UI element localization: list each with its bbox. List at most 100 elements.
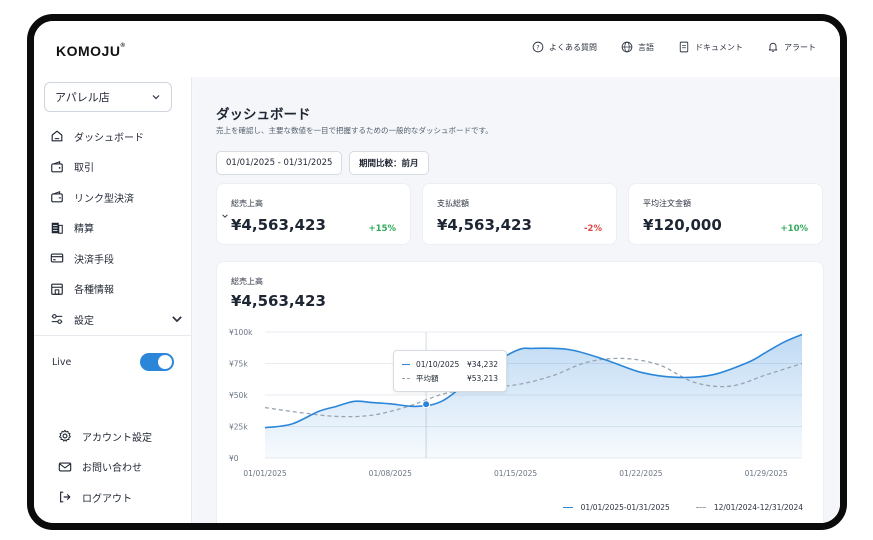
document-icon bbox=[679, 41, 689, 53]
app-window: KOMOJU® ? よくある質問 言語 ドキュメント アラート アパレル店 ダッ… bbox=[27, 14, 847, 530]
x-tick-label: 01/22/2025 bbox=[619, 469, 662, 478]
x-tick-label: 01/08/2025 bbox=[369, 469, 412, 478]
tooltip-row-average: 平均額 ¥53,213 bbox=[402, 371, 498, 385]
sales-chart-card: 総売上高 ¥4,563,423 ¥0 ¥25k ¥50k ¥75k ¥100k 01/01… bbox=[216, 261, 825, 530]
contact-link[interactable]: お問い合わせ bbox=[58, 452, 184, 483]
top-bar: KOMOJU® ? よくある質問 言語 ドキュメント アラート bbox=[34, 21, 840, 77]
chart-tooltip: 01/10/2025 ¥34,232 平均額 ¥53,213 bbox=[393, 350, 507, 392]
legend-item-current[interactable]: 01/01/2025-01/31/2025 bbox=[562, 503, 670, 512]
sidebar-item-payment-links[interactable]: リンク型決済 bbox=[50, 182, 186, 213]
series-area-current bbox=[265, 334, 802, 458]
wallet-icon bbox=[51, 160, 63, 173]
stat-value: ¥120,000 bbox=[643, 216, 722, 234]
gear-icon bbox=[59, 430, 71, 442]
stat-card-total-sales[interactable]: 総売上高 ¥4,563,423 +15% bbox=[216, 183, 411, 245]
legend-line-current bbox=[402, 363, 410, 365]
sidebar-item-label: ダッシュボード bbox=[74, 132, 144, 144]
page-title: ダッシュボード bbox=[216, 107, 311, 123]
highlight-point bbox=[422, 400, 431, 409]
toggle-knob bbox=[158, 355, 172, 369]
account-settings-label: アカウント設定 bbox=[82, 432, 152, 444]
sidebar-divider bbox=[34, 335, 192, 336]
sidebar-item-label: 設定 bbox=[74, 315, 94, 327]
stat-delta: +15% bbox=[368, 224, 396, 234]
home-icon bbox=[51, 130, 63, 142]
faq-label: よくある質問 bbox=[549, 42, 597, 52]
stat-delta: -2% bbox=[584, 224, 602, 234]
date-range-picker[interactable]: 01/01/2025 - 01/31/2025 bbox=[216, 151, 343, 175]
sidebar-item-payment-methods[interactable]: 決済手段 bbox=[50, 243, 186, 274]
compare-period-label: 期間比較：前月 bbox=[359, 159, 419, 169]
sidebar-item-settings[interactable]: 設定 bbox=[50, 304, 186, 335]
stat-value: ¥4,563,423 bbox=[231, 216, 326, 234]
sidebar-item-label: 取引 bbox=[74, 163, 94, 175]
store-icon bbox=[51, 283, 63, 295]
sidebar-nav: ダッシュボード 取引 リンク型決済 精算 決済手段 各種情報 設定 bbox=[50, 121, 186, 335]
svg-text:?: ? bbox=[536, 44, 539, 51]
tooltip-avg-value: ¥53,213 bbox=[466, 373, 498, 383]
sidebar-item-transactions[interactable]: 取引 bbox=[50, 152, 186, 183]
mail-icon bbox=[58, 462, 72, 472]
y-tick-label: ¥0 bbox=[229, 454, 239, 463]
legend-line-average bbox=[402, 377, 410, 379]
account-nav: アカウント設定 お問い合わせ ログアウト bbox=[58, 421, 184, 513]
chevron-down-icon bbox=[172, 316, 182, 323]
komoju-logo[interactable]: KOMOJU® bbox=[56, 43, 125, 59]
credit-card-icon bbox=[50, 253, 64, 263]
y-tick-label: ¥25k bbox=[229, 423, 248, 432]
chart-legend: 01/01/2025-01/31/2025 12/01/2024-12/31/2… bbox=[562, 503, 803, 512]
live-mode-row: Live bbox=[52, 353, 174, 371]
x-tick-label: 01/15/2025 bbox=[494, 469, 537, 478]
sidebar-item-label: 各種情報 bbox=[74, 285, 114, 297]
faq-link[interactable]: ? よくある質問 bbox=[532, 41, 597, 53]
tooltip-row-current: 01/10/2025 ¥34,232 bbox=[402, 357, 498, 371]
logout-link[interactable]: ログアウト bbox=[58, 482, 184, 513]
sidebar-item-information[interactable]: 各種情報 bbox=[50, 274, 186, 305]
language-link[interactable]: 言語 bbox=[621, 41, 654, 53]
x-tick-label: 01/29/2025 bbox=[745, 469, 788, 478]
stat-card-total-payouts[interactable]: 支払総額 ¥4,563,423 -2% bbox=[422, 183, 617, 245]
sidebar-item-dashboard[interactable]: ダッシュボード bbox=[50, 121, 186, 152]
logout-icon bbox=[60, 491, 71, 503]
compare-period-button[interactable]: 期間比較：前月 bbox=[349, 151, 429, 175]
y-tick-label: ¥50k bbox=[229, 391, 248, 400]
legend-label-previous: 12/01/2024-12/31/2024 bbox=[713, 503, 803, 512]
contact-label: お問い合わせ bbox=[82, 463, 142, 475]
legend-swatch-current bbox=[562, 507, 573, 508]
account-settings-link[interactable]: アカウント設定 bbox=[58, 421, 184, 452]
settings-sliders-icon bbox=[51, 314, 63, 325]
live-label: Live bbox=[52, 356, 72, 368]
stat-card-average-order[interactable]: 平均注文金額 ¥120,000 +10% bbox=[628, 183, 823, 245]
sidebar-item-label: 精算 bbox=[74, 224, 94, 236]
logout-label: ログアウト bbox=[82, 493, 132, 505]
store-select[interactable]: アパレル店 bbox=[44, 82, 172, 112]
top-navigation: ? よくある質問 言語 ドキュメント アラート bbox=[532, 41, 816, 53]
stat-value: ¥4,563,423 bbox=[437, 216, 532, 234]
main-content: ダッシュボード 売上を確認し、主要な数値を一目で把握するための一般的なダッシュボ… bbox=[192, 77, 840, 530]
receipt-icon bbox=[51, 222, 63, 234]
sidebar-item-label: リンク型決済 bbox=[74, 193, 134, 205]
y-tick-label: ¥75k bbox=[229, 360, 248, 369]
stat-label: 支払総額 bbox=[437, 199, 469, 208]
globe-icon bbox=[621, 41, 633, 53]
documents-label: ドキュメント bbox=[695, 42, 743, 52]
tooltip-avg-label: 平均額 bbox=[416, 373, 439, 383]
help-circle-icon: ? bbox=[532, 41, 544, 53]
sidebar-item-settlements[interactable]: 精算 bbox=[50, 213, 186, 244]
language-label: 言語 bbox=[638, 42, 654, 52]
sales-chart[interactable]: ¥0 ¥25k ¥50k ¥75k ¥100k 01/01/2025 01/08/2025 0… bbox=[217, 262, 825, 530]
alerts-link[interactable]: アラート bbox=[767, 41, 816, 53]
stat-delta: +10% bbox=[780, 224, 808, 234]
tooltip-date-value: ¥34,232 bbox=[466, 359, 498, 369]
x-tick-label: 01/01/2025 bbox=[243, 469, 286, 478]
chevron-down-icon bbox=[152, 95, 160, 100]
documents-link[interactable]: ドキュメント bbox=[678, 41, 743, 53]
wallet-link-icon bbox=[51, 191, 63, 203]
bell-icon bbox=[768, 42, 778, 52]
legend-item-previous[interactable]: 12/01/2024-12/31/2024 bbox=[695, 503, 803, 512]
tooltip-date: 01/10/2025 bbox=[416, 359, 460, 369]
live-toggle[interactable] bbox=[140, 353, 174, 371]
date-range-value: 01/01/2025 - 01/31/2025 bbox=[226, 158, 333, 168]
stat-label: 総売上高 bbox=[231, 199, 263, 208]
y-tick-label: ¥100k bbox=[229, 328, 253, 337]
